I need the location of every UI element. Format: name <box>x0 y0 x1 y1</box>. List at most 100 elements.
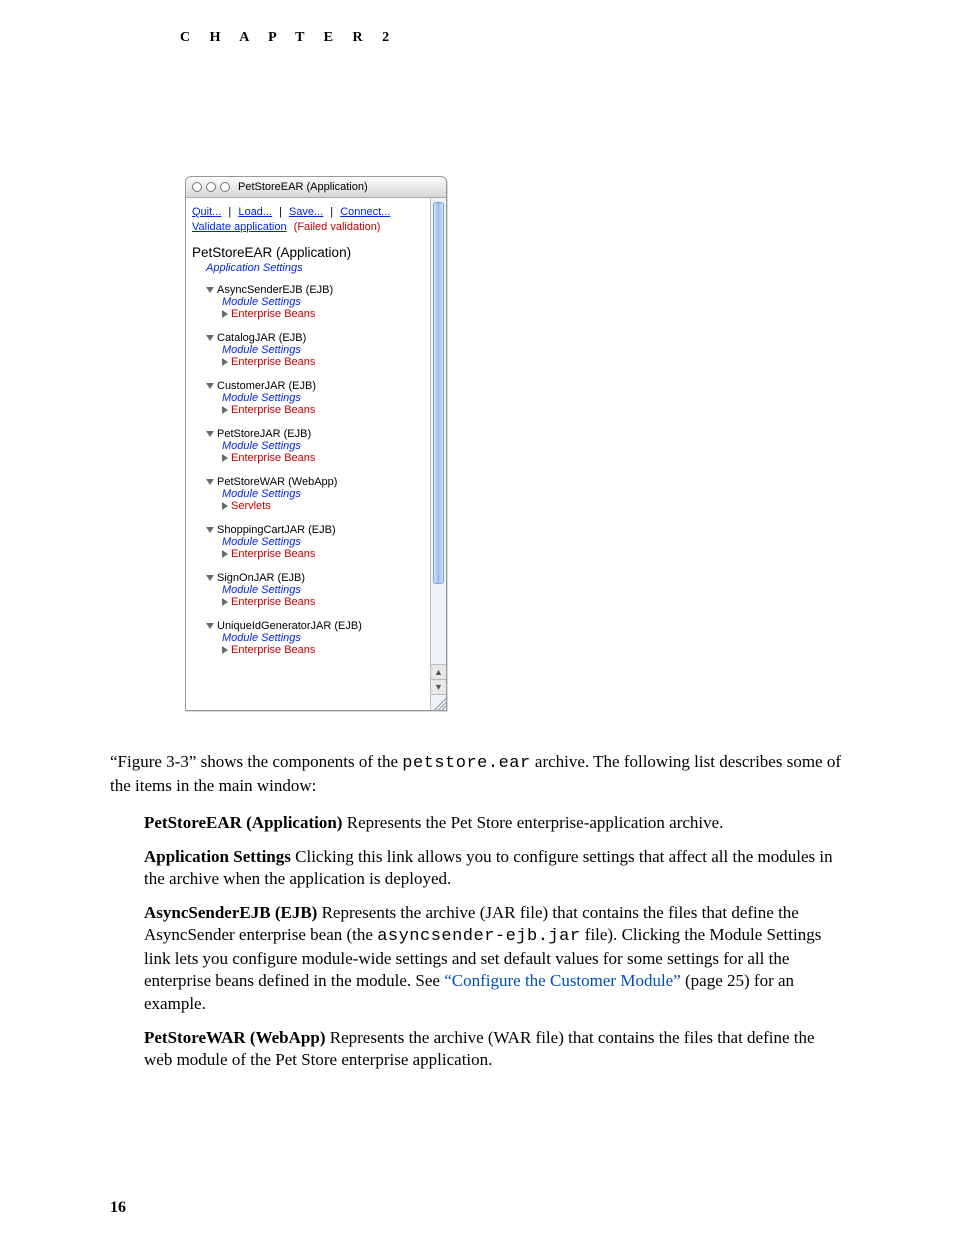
module-sub-node[interactable]: Enterprise Beans <box>222 452 440 464</box>
module-header[interactable]: ShoppingCartJAR (EJB) <box>206 524 440 536</box>
module-sub-node[interactable]: Enterprise Beans <box>222 644 440 656</box>
resize-grip-icon[interactable] <box>430 694 446 710</box>
list-item: PetStoreEAR (Application) Represents the… <box>144 812 844 834</box>
load-link[interactable]: Load... <box>238 206 272 218</box>
module-sub-node[interactable]: Enterprise Beans <box>222 404 440 416</box>
module-sub-label: Enterprise Beans <box>231 308 315 320</box>
module-settings-link[interactable]: Module Settings <box>222 536 440 548</box>
module-sub-node[interactable]: Servlets <box>222 500 440 512</box>
module-settings-link[interactable]: Module Settings <box>222 392 440 404</box>
module-node: AsyncSenderEJB (EJB)Module SettingsEnter… <box>206 284 440 320</box>
disclosure-right-icon[interactable] <box>222 646 228 654</box>
disclosure-right-icon[interactable] <box>222 502 228 510</box>
module-sub-node[interactable]: Enterprise Beans <box>222 596 440 608</box>
disclosure-down-icon[interactable] <box>206 287 214 293</box>
module-settings-link[interactable]: Module Settings <box>222 488 440 500</box>
list-item: Application Settings Clicking this link … <box>144 846 844 890</box>
module-node: SignOnJAR (EJB)Module SettingsEnterprise… <box>206 572 440 608</box>
validate-link[interactable]: Validate application <box>192 221 287 233</box>
disclosure-right-icon[interactable] <box>222 310 228 318</box>
separator: | <box>330 206 333 218</box>
module-node: UniqueIdGeneratorJAR (EJB)Module Setting… <box>206 620 440 656</box>
disclosure-down-icon[interactable] <box>206 479 214 485</box>
scroll-down-icon[interactable]: ▼ <box>431 679 446 695</box>
module-name: CustomerJAR (EJB) <box>217 380 316 392</box>
validation-status: (Failed validation) <box>294 221 381 233</box>
zoom-icon[interactable] <box>220 182 230 192</box>
window-body: Quit... | Load... | Save... | Connect...… <box>186 198 446 710</box>
module-node: CustomerJAR (EJB)Module SettingsEnterpri… <box>206 380 440 416</box>
module-name: PetStoreJAR (EJB) <box>217 428 311 440</box>
intro-text-a: “Figure 3-3” shows the components of the <box>110 752 402 771</box>
list-item: AsyncSenderEJB (EJB) Represents the arch… <box>144 902 844 1014</box>
module-header[interactable]: AsyncSenderEJB (EJB) <box>206 284 440 296</box>
module-name: UniqueIdGeneratorJAR (EJB) <box>217 620 362 632</box>
page-number: 16 <box>110 1199 126 1217</box>
connect-link[interactable]: Connect... <box>340 206 390 218</box>
window-title: PetStoreEAR (Application) <box>238 181 368 193</box>
module-header[interactable]: SignOnJAR (EJB) <box>206 572 440 584</box>
disclosure-down-icon[interactable] <box>206 623 214 629</box>
intro-code: petstore.ear <box>402 754 530 773</box>
menu-links: Quit... | Load... | Save... | Connect... <box>192 204 440 219</box>
module-sub-label: Servlets <box>231 500 271 512</box>
term: PetStoreWAR (WebApp) <box>144 1028 325 1047</box>
quit-link[interactable]: Quit... <box>192 206 221 218</box>
application-tree: PetStoreEAR (Application) Application Se… <box>192 245 440 656</box>
module-sub-label: Enterprise Beans <box>231 356 315 368</box>
disclosure-down-icon[interactable] <box>206 431 214 437</box>
close-icon[interactable] <box>192 182 202 192</box>
disclosure-down-icon[interactable] <box>206 575 214 581</box>
separator: | <box>228 206 231 218</box>
disclosure-right-icon[interactable] <box>222 454 228 462</box>
disclosure-right-icon[interactable] <box>222 550 228 558</box>
module-header[interactable]: PetStoreWAR (WebApp) <box>206 476 440 488</box>
disclosure-down-icon[interactable] <box>206 527 214 533</box>
scroll-up-icon[interactable]: ▲ <box>431 664 446 680</box>
module-name: ShoppingCartJAR (EJB) <box>217 524 336 536</box>
disclosure-down-icon[interactable] <box>206 383 214 389</box>
disclosure-right-icon[interactable] <box>222 406 228 414</box>
separator: | <box>279 206 282 218</box>
app-window: PetStoreEAR (Application) Quit... | Load… <box>185 176 447 711</box>
definition: Represents the Pet Store enterprise-appl… <box>342 813 723 832</box>
scrollbar[interactable]: ▲ ▼ <box>430 198 446 710</box>
disclosure-right-icon[interactable] <box>222 358 228 366</box>
module-settings-link[interactable]: Module Settings <box>222 632 440 644</box>
module-name: PetStoreWAR (WebApp) <box>217 476 337 488</box>
window-titlebar[interactable]: PetStoreEAR (Application) <box>186 177 446 198</box>
module-header[interactable]: CustomerJAR (EJB) <box>206 380 440 392</box>
definition-code: asyncsender-ejb.jar <box>377 927 580 946</box>
disclosure-right-icon[interactable] <box>222 598 228 606</box>
intro-paragraph: “Figure 3-3” shows the components of the… <box>110 751 844 798</box>
module-settings-link[interactable]: Module Settings <box>222 344 440 356</box>
application-settings-link[interactable]: Application Settings <box>206 262 440 274</box>
validate-row: Validate application (Failed validation) <box>192 219 440 239</box>
module-node: PetStoreJAR (EJB)Module SettingsEnterpri… <box>206 428 440 464</box>
module-settings-link[interactable]: Module Settings <box>222 440 440 452</box>
tree-root-label: PetStoreEAR (Application) <box>192 245 440 260</box>
module-sub-node[interactable]: Enterprise Beans <box>222 548 440 560</box>
disclosure-down-icon[interactable] <box>206 335 214 341</box>
module-sub-label: Enterprise Beans <box>231 404 315 416</box>
module-node: ShoppingCartJAR (EJB)Module SettingsEnte… <box>206 524 440 560</box>
module-name: AsyncSenderEJB (EJB) <box>217 284 333 296</box>
cross-reference-link[interactable]: “Configure the Customer Module” <box>444 971 681 990</box>
list-item: PetStoreWAR (WebApp) Represents the arch… <box>144 1027 844 1071</box>
window-controls <box>192 182 230 192</box>
module-sub-label: Enterprise Beans <box>231 548 315 560</box>
module-sub-node[interactable]: Enterprise Beans <box>222 308 440 320</box>
module-sub-node[interactable]: Enterprise Beans <box>222 356 440 368</box>
module-header[interactable]: PetStoreJAR (EJB) <box>206 428 440 440</box>
module-header[interactable]: UniqueIdGeneratorJAR (EJB) <box>206 620 440 632</box>
module-sub-label: Enterprise Beans <box>231 644 315 656</box>
module-settings-link[interactable]: Module Settings <box>222 296 440 308</box>
module-node: PetStoreWAR (WebApp)Module SettingsServl… <box>206 476 440 512</box>
term: Application Settings <box>144 847 291 866</box>
minimize-icon[interactable] <box>206 182 216 192</box>
module-header[interactable]: CatalogJAR (EJB) <box>206 332 440 344</box>
save-link[interactable]: Save... <box>289 206 323 218</box>
module-settings-link[interactable]: Module Settings <box>222 584 440 596</box>
term: AsyncSenderEJB (EJB) <box>144 903 317 922</box>
scrollbar-thumb[interactable] <box>433 202 444 584</box>
